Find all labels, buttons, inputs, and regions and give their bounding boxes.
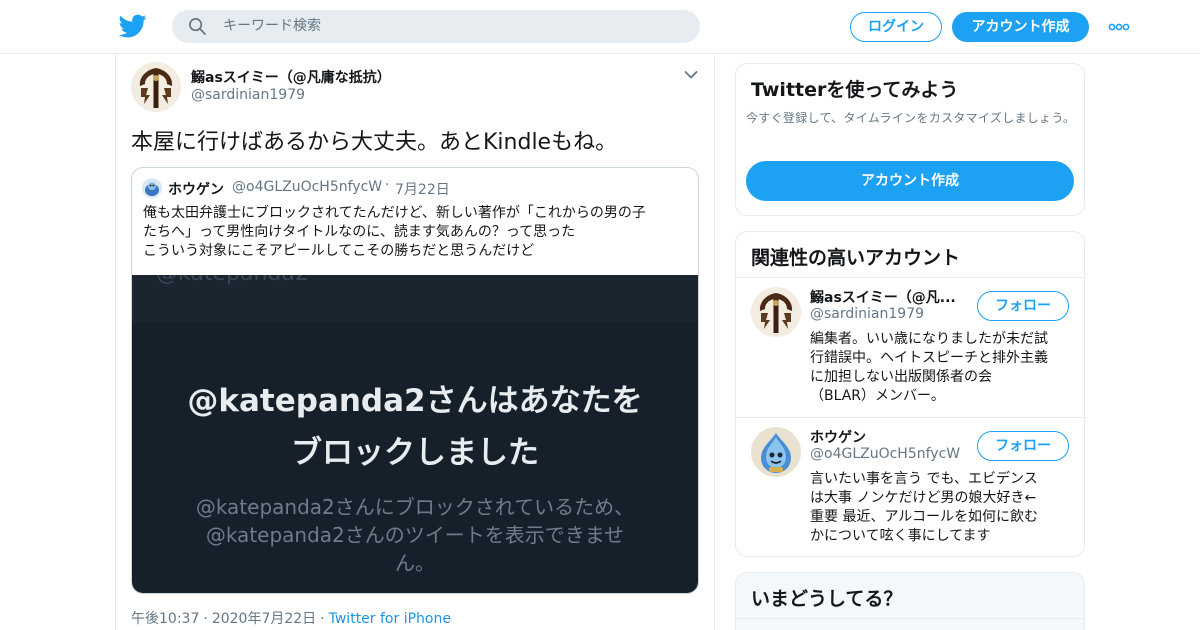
image-blocked-desc-line1: @katepanda2さんにブロックされているため、 (195, 495, 635, 519)
related-account-handle[interactable]: @o4GLZuOcH5nfycW (810, 446, 960, 462)
bio-line: 重要 最近、アルコールを如何に飲む (810, 509, 1039, 525)
image-blocked-title-line2: ブロックしました (291, 435, 539, 471)
follow-button[interactable]: フォロー (977, 431, 1069, 461)
trends-card: いまどうしてる？ (735, 572, 1085, 630)
follow-button[interactable]: フォロー (977, 291, 1069, 321)
tweet-time[interactable]: 午後10:37 (131, 611, 199, 627)
more-dots-icon[interactable] (1108, 23, 1130, 31)
signup-card: Twitterを使ってみよう 今すぐ登録して、タイムラインをカスタマイズしましょ… (735, 63, 1085, 216)
trends-title: いまどうしてる？ (751, 588, 903, 610)
create-account-button[interactable]: アカウント作成 (746, 161, 1074, 201)
twitter-bird-icon[interactable] (119, 12, 147, 40)
tweet-date[interactable]: 2020年7月22日 (212, 611, 316, 627)
quoted-author-name[interactable]: ホウゲン (168, 179, 224, 199)
related-account-item[interactable]: ホウゲン @o4GLZuOcH5nfycW フォロー 言いたい事を言う でも、エ… (736, 417, 1084, 556)
author-name[interactable]: 鰯asスイミー（@凡庸な抵抗） (191, 67, 391, 87)
related-accounts-title: 関連性の高いアカウント (751, 247, 961, 269)
tweet-detail: 鰯asスイミー（@凡庸な抵抗） @sardinian1979 本屋に行けばあるか… (115, 54, 715, 630)
quoted-author-handle[interactable]: @o4GLZuOcH5nfycW (232, 179, 382, 195)
quoted-text-line: 俺も太田弁護士にブロックされてたんだけど、新しい著作が「これからの男の子 (143, 205, 646, 221)
image-blocked-desc-line3: ん。 (395, 551, 435, 575)
quoted-text: 俺も太田弁護士にブロックされてたんだけど、新しい著作が「これからの男の子 たちへ… (143, 204, 693, 261)
separator-dot: · (320, 611, 325, 627)
quoted-tweet[interactable]: ホウゲン @o4GLZuOcH5nfycW · 7月22日 俺も太田弁護士にブロ… (131, 167, 699, 594)
bio-line: は大事 ノンケだけど男の娘大好き← (810, 490, 1037, 506)
avatar[interactable] (131, 62, 181, 112)
related-account-bio: 編集者。いい歳になりましたが未だ試 行錯誤中。ヘイトスピーチと排外主義 に加担し… (810, 330, 1070, 406)
search-box[interactable]: キーワード検索 (172, 10, 700, 43)
related-account-handle[interactable]: @sardinian1979 (810, 306, 924, 322)
login-button[interactable]: ログイン (850, 12, 942, 42)
author-handle[interactable]: @sardinian1979 (191, 87, 305, 103)
related-account-item[interactable]: 鰯asスイミー（@凡... @sardinian1979 フォロー 編集者。いい… (736, 277, 1084, 417)
tweet-meta: 午後10:37 · 2020年7月22日 · Twitter for iPhone (131, 608, 451, 628)
related-account-bio: 言いたい事を言う でも、エビデンス は大事 ノンケだけど男の娘大好き← 重要 最… (810, 470, 1070, 546)
bio-line: 言いたい事を言う でも、エビデンス (810, 471, 1038, 487)
quoted-text-line: こういう対象にこそアピールしてこその勝ちだと思うんだけど (143, 243, 535, 259)
quoted-text-line: たちへ」って男性向けタイトルなのに、読ます気あんの？って思った (143, 224, 576, 240)
tweet-source-link[interactable]: Twitter for iPhone (329, 611, 451, 627)
image-blocked-desc-line2: @katepanda2さんのツイートを表示できませ (205, 523, 625, 547)
bio-line: （BLAR）メンバー。 (810, 388, 945, 404)
bio-line: 行錯誤中。ヘイトスピーチと排外主義 (810, 350, 1048, 366)
quoted-avatar[interactable] (142, 178, 162, 198)
related-account-name[interactable]: ホウゲン (810, 427, 866, 447)
avatar[interactable] (751, 287, 801, 337)
separator-dot: · (385, 177, 390, 193)
tweet-text: 本屋に行けばあるから大丈夫。あとKindleもね。 (131, 130, 618, 155)
related-accounts-card: 関連性の高いアカウント 鰯asスイミー（@凡... @sardinian1979… (735, 231, 1085, 557)
search-input[interactable]: キーワード検索 (223, 17, 321, 36)
image-header-strip: @katepanda2 (132, 275, 698, 323)
related-account-name[interactable]: 鰯asスイミー（@凡... (810, 287, 956, 307)
avatar[interactable] (751, 427, 801, 477)
bio-line: 編集者。いい歳になりましたが未だ試 (810, 331, 1048, 347)
top-navigation-bar: キーワード検索 ログイン アカウント作成 (0, 0, 1200, 54)
separator-dot: · (203, 611, 208, 627)
signup-button[interactable]: アカウント作成 (952, 12, 1089, 42)
search-icon (189, 18, 206, 35)
divider (736, 618, 1084, 619)
bio-line: かについて呟く事にしてます (810, 528, 991, 544)
signup-card-title: Twitterを使ってみよう (751, 79, 959, 101)
bio-line: に加担しない出版関係者の会 (810, 369, 992, 385)
image-top-text: @katepanda2 (156, 275, 309, 286)
chevron-down-icon[interactable] (684, 70, 698, 80)
quoted-image-screenshot[interactable]: @katepanda2 @katepanda2さんはあなたを ブロックしました … (132, 275, 698, 593)
signup-card-description: 今すぐ登録して、タイムラインをカスタマイズしましょう。 (746, 111, 1076, 125)
image-blocked-title-line1: @katepanda2さんはあなたを (187, 383, 643, 419)
quoted-date[interactable]: 7月22日 (395, 179, 450, 199)
